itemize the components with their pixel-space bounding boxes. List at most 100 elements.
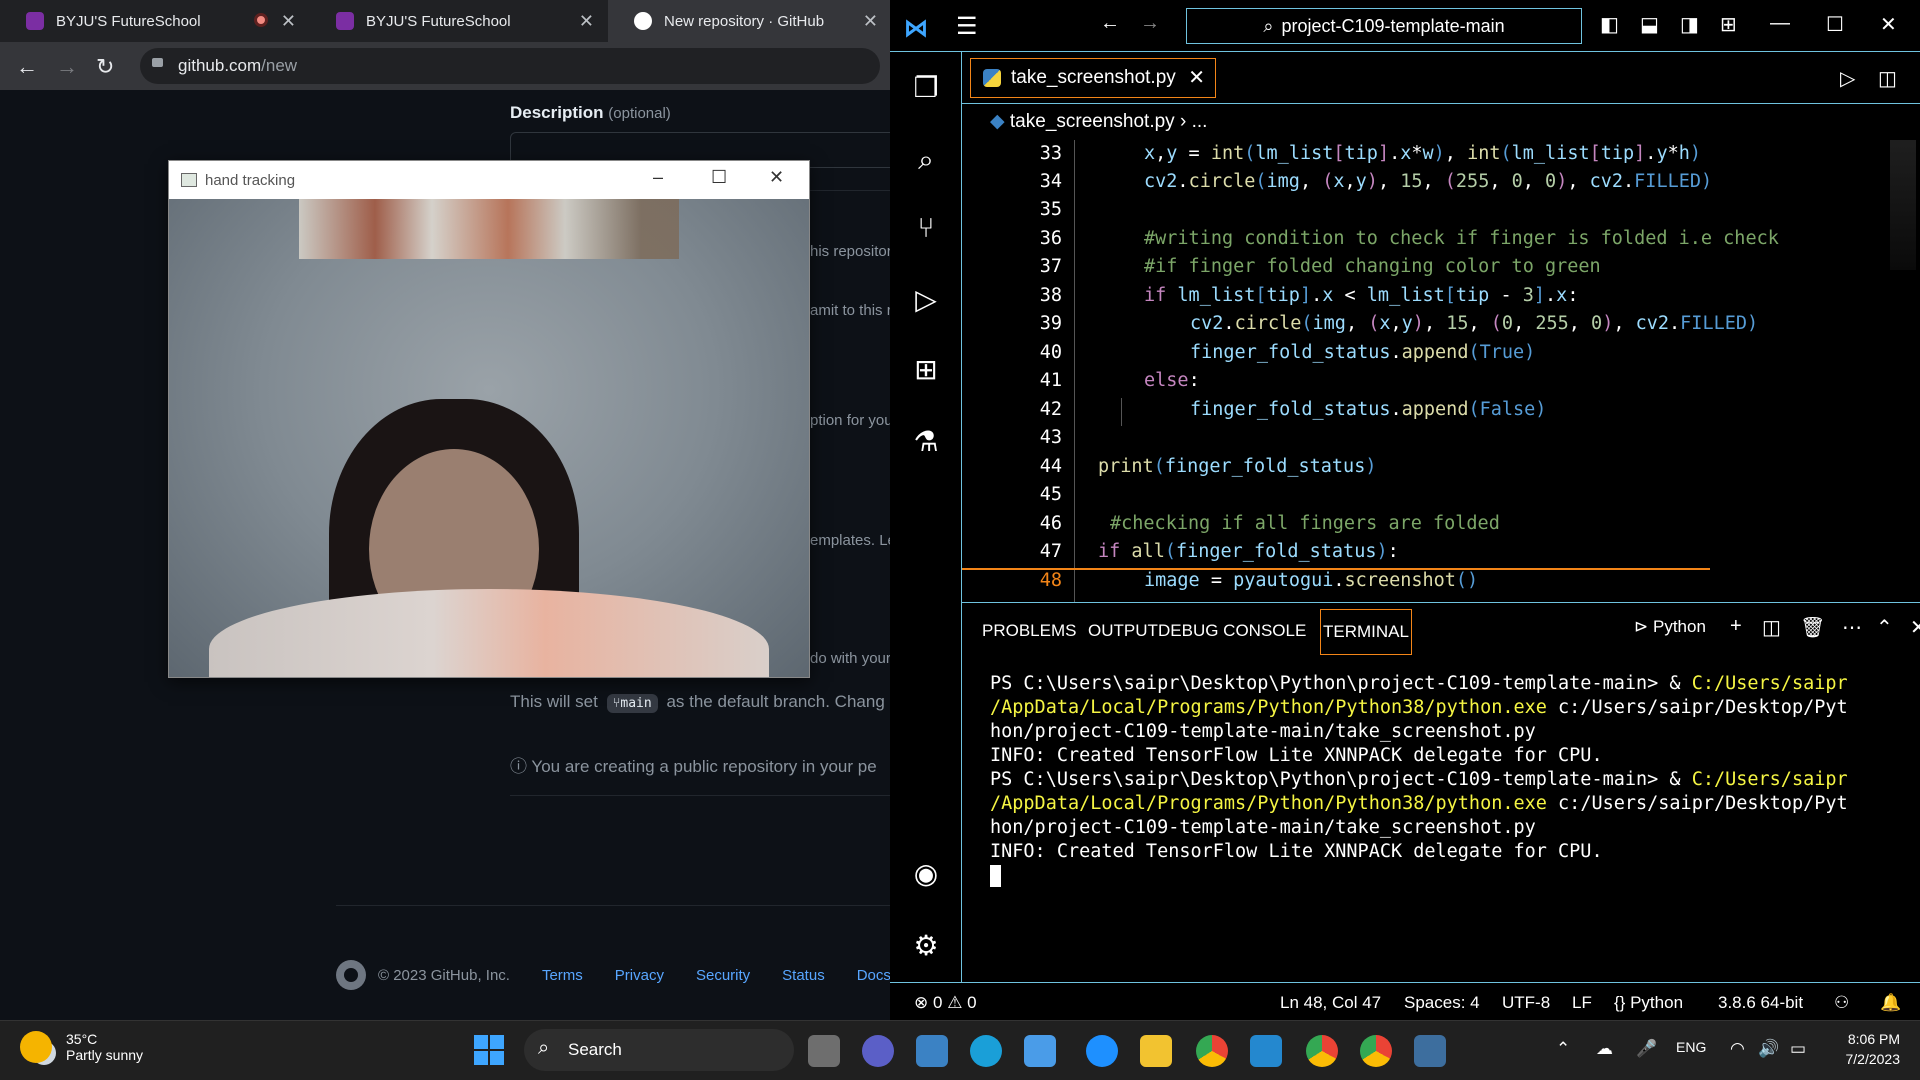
customize-layout-icon[interactable]: ⊞ — [1720, 12, 1737, 37]
maximize-panel-icon[interactable]: ⌃ — [1876, 615, 1893, 640]
code-line: 47 if all(finger_fold_status): — [1039, 541, 1399, 562]
footer-link-privacy[interactable]: Privacy — [615, 967, 664, 984]
run-debug-icon[interactable]: ▷ — [908, 282, 944, 318]
weather-widget[interactable]: 35°C Partly sunny — [20, 1031, 143, 1063]
chevron-up-icon[interactable]: ⌃ — [1556, 1039, 1570, 1059]
code-editor[interactable]: 33 x,y = int(lm_list[tip].x*w), int(lm_li… — [962, 140, 1920, 602]
reload-icon[interactable]: ↻ — [96, 54, 114, 80]
tab-debug-console[interactable]: DEBUG CONSOLE — [1158, 621, 1306, 641]
bell-icon[interactable]: 🔔 — [1880, 993, 1901, 1013]
indent-guide — [1121, 398, 1122, 426]
split-editor-icon[interactable]: ◫ — [1878, 66, 1897, 91]
error-icon: ⊗ — [914, 993, 929, 1012]
python-icon[interactable] — [1414, 1035, 1446, 1067]
tab-problems[interactable]: PROBLEMS — [982, 621, 1076, 641]
command-center-search[interactable]: ⌕ project-C109-template-main — [1186, 8, 1582, 44]
cloud-icon[interactable]: ☁ — [1596, 1039, 1613, 1059]
more-actions-icon[interactable]: ⋯ — [1842, 615, 1862, 640]
minimize-icon[interactable]: – — [653, 167, 663, 188]
trash-icon[interactable]: 🗑 — [1800, 615, 1825, 640]
chat-icon[interactable] — [862, 1035, 894, 1067]
code-line-current: 48 image = pyautogui.screenshot() — [1039, 570, 1479, 591]
testing-icon[interactable]: ⚗ — [908, 424, 944, 460]
windows-taskbar: 35°C Partly sunny ⌕ Search ⌃ ☁ 🎤 ENG ◠ 🔊… — [0, 1020, 1920, 1080]
battery-icon[interactable]: ▭ — [1790, 1039, 1806, 1059]
back-icon[interactable]: ← — [1100, 12, 1120, 35]
cursor-position[interactable]: Ln 48, Col 47 — [1280, 993, 1381, 1013]
edge-icon[interactable] — [970, 1035, 1002, 1067]
microphone-icon[interactable]: 🎤 — [1636, 1039, 1657, 1059]
close-icon[interactable]: ✕ — [281, 11, 296, 32]
end-of-line[interactable]: LF — [1572, 993, 1592, 1013]
language-mode[interactable]: {} Python — [1614, 993, 1683, 1013]
close-panel-icon[interactable]: ✕ — [1910, 615, 1920, 640]
forward-icon[interactable]: → — [56, 54, 78, 80]
teams-icon[interactable] — [916, 1035, 948, 1067]
github-logo-icon[interactable] — [336, 960, 366, 990]
accounts-icon[interactable]: ◉ — [908, 856, 944, 892]
maximize-icon[interactable]: ☐ — [711, 167, 727, 188]
menu-icon[interactable]: ☰ — [956, 12, 978, 41]
new-terminal-icon[interactable]: + — [1730, 615, 1742, 638]
partial-text: do with your — [810, 650, 890, 667]
back-icon[interactable]: ← — [16, 54, 38, 80]
url-input[interactable]: github.com/new — [140, 48, 880, 84]
app-icon[interactable] — [1086, 1035, 1118, 1067]
minimap[interactable] — [1890, 140, 1916, 270]
tab-terminal[interactable]: TERMINAL — [1320, 609, 1412, 655]
file-explorer-icon[interactable] — [1140, 1035, 1172, 1067]
close-icon[interactable]: ✕ — [1880, 12, 1897, 37]
vscode-taskbar-icon[interactable] — [1250, 1035, 1282, 1067]
store-icon[interactable] — [1024, 1035, 1056, 1067]
minimize-icon[interactable]: — — [1770, 12, 1790, 35]
vscode-logo-icon: ⋈ — [904, 15, 928, 42]
terminal-icon: ⊳ — [1634, 617, 1649, 636]
toggle-sidebar-icon[interactable]: ◧ — [1600, 12, 1619, 37]
accounts-live-icon[interactable]: ⚇ — [1834, 993, 1849, 1013]
maximize-icon[interactable]: ☐ — [1826, 12, 1844, 37]
close-icon[interactable]: ✕ — [769, 167, 784, 188]
terminal-profile[interactable]: ⊳ Python — [1634, 617, 1706, 637]
tab-bar: BYJU'S FutureSchool ✕ BYJU'S FutureSchoo… — [0, 0, 890, 42]
indentation[interactable]: Spaces: 4 — [1404, 993, 1480, 1013]
python-interpreter[interactable]: 3.8.6 64-bit — [1718, 993, 1803, 1013]
footer-link-security[interactable]: Security — [696, 967, 750, 984]
person-shirt — [209, 589, 769, 677]
browser-tab-2[interactable]: BYJU'S FutureSchool ✕ — [310, 0, 606, 42]
editor-tab-take-screenshot[interactable]: take_screenshot.py ✕ — [970, 58, 1216, 98]
toggle-secondary-sidebar-icon[interactable]: ◨ — [1680, 12, 1699, 37]
chrome-icon[interactable] — [1196, 1035, 1228, 1067]
encoding[interactable]: UTF-8 — [1502, 993, 1550, 1013]
browser-tab-3[interactable]: New repository · GitHub ✕ — [608, 0, 890, 42]
footer-link-docs[interactable]: Docs — [857, 967, 890, 984]
browser-tab-1[interactable]: BYJU'S FutureSchool ✕ — [0, 0, 308, 42]
breadcrumb[interactable]: ◆ take_screenshot.py › ... — [990, 110, 1207, 133]
terminal-output[interactable]: PS C:\Users\saipr\Desktop\Python\project… — [990, 672, 1890, 888]
forward-icon[interactable]: → — [1140, 12, 1160, 35]
volume-icon[interactable]: 🔊 — [1758, 1039, 1779, 1059]
input-language[interactable]: ENG — [1676, 1039, 1706, 1055]
close-icon[interactable]: ✕ — [863, 11, 878, 32]
toggle-panel-icon[interactable]: ⬓ — [1640, 12, 1659, 37]
search-icon[interactable]: ⌕ — [908, 142, 944, 178]
source-control-icon[interactable]: ⑂ — [908, 210, 944, 246]
taskbar-search[interactable]: ⌕ Search — [524, 1029, 794, 1071]
split-terminal-icon[interactable]: ◫ — [1762, 615, 1781, 640]
wifi-icon[interactable]: ◠ — [1730, 1039, 1745, 1059]
footer-link-status[interactable]: Status — [782, 967, 825, 984]
footer-link-terms[interactable]: Terms — [542, 967, 583, 984]
clock[interactable]: 8:06 PM 7/2/2023 — [1846, 1029, 1901, 1069]
problems-status[interactable]: ⊗ 0 ⚠ 0 — [914, 993, 977, 1013]
start-button[interactable] — [474, 1035, 504, 1065]
explorer-icon[interactable]: ❐ — [908, 70, 944, 106]
hand-tracking-window[interactable]: hand tracking – ☐ ✕ — [168, 160, 810, 678]
close-icon[interactable]: ✕ — [579, 11, 594, 32]
extensions-icon[interactable]: ⊞ — [908, 352, 944, 388]
settings-gear-icon[interactable]: ⚙ — [908, 928, 944, 964]
chrome-icon[interactable] — [1360, 1035, 1392, 1067]
chrome-icon[interactable] — [1306, 1035, 1338, 1067]
run-icon[interactable]: ▷ — [1840, 66, 1855, 91]
close-icon[interactable]: ✕ — [1188, 65, 1205, 90]
task-view-icon[interactable] — [808, 1035, 840, 1067]
tab-output[interactable]: OUTPUT — [1088, 621, 1158, 641]
